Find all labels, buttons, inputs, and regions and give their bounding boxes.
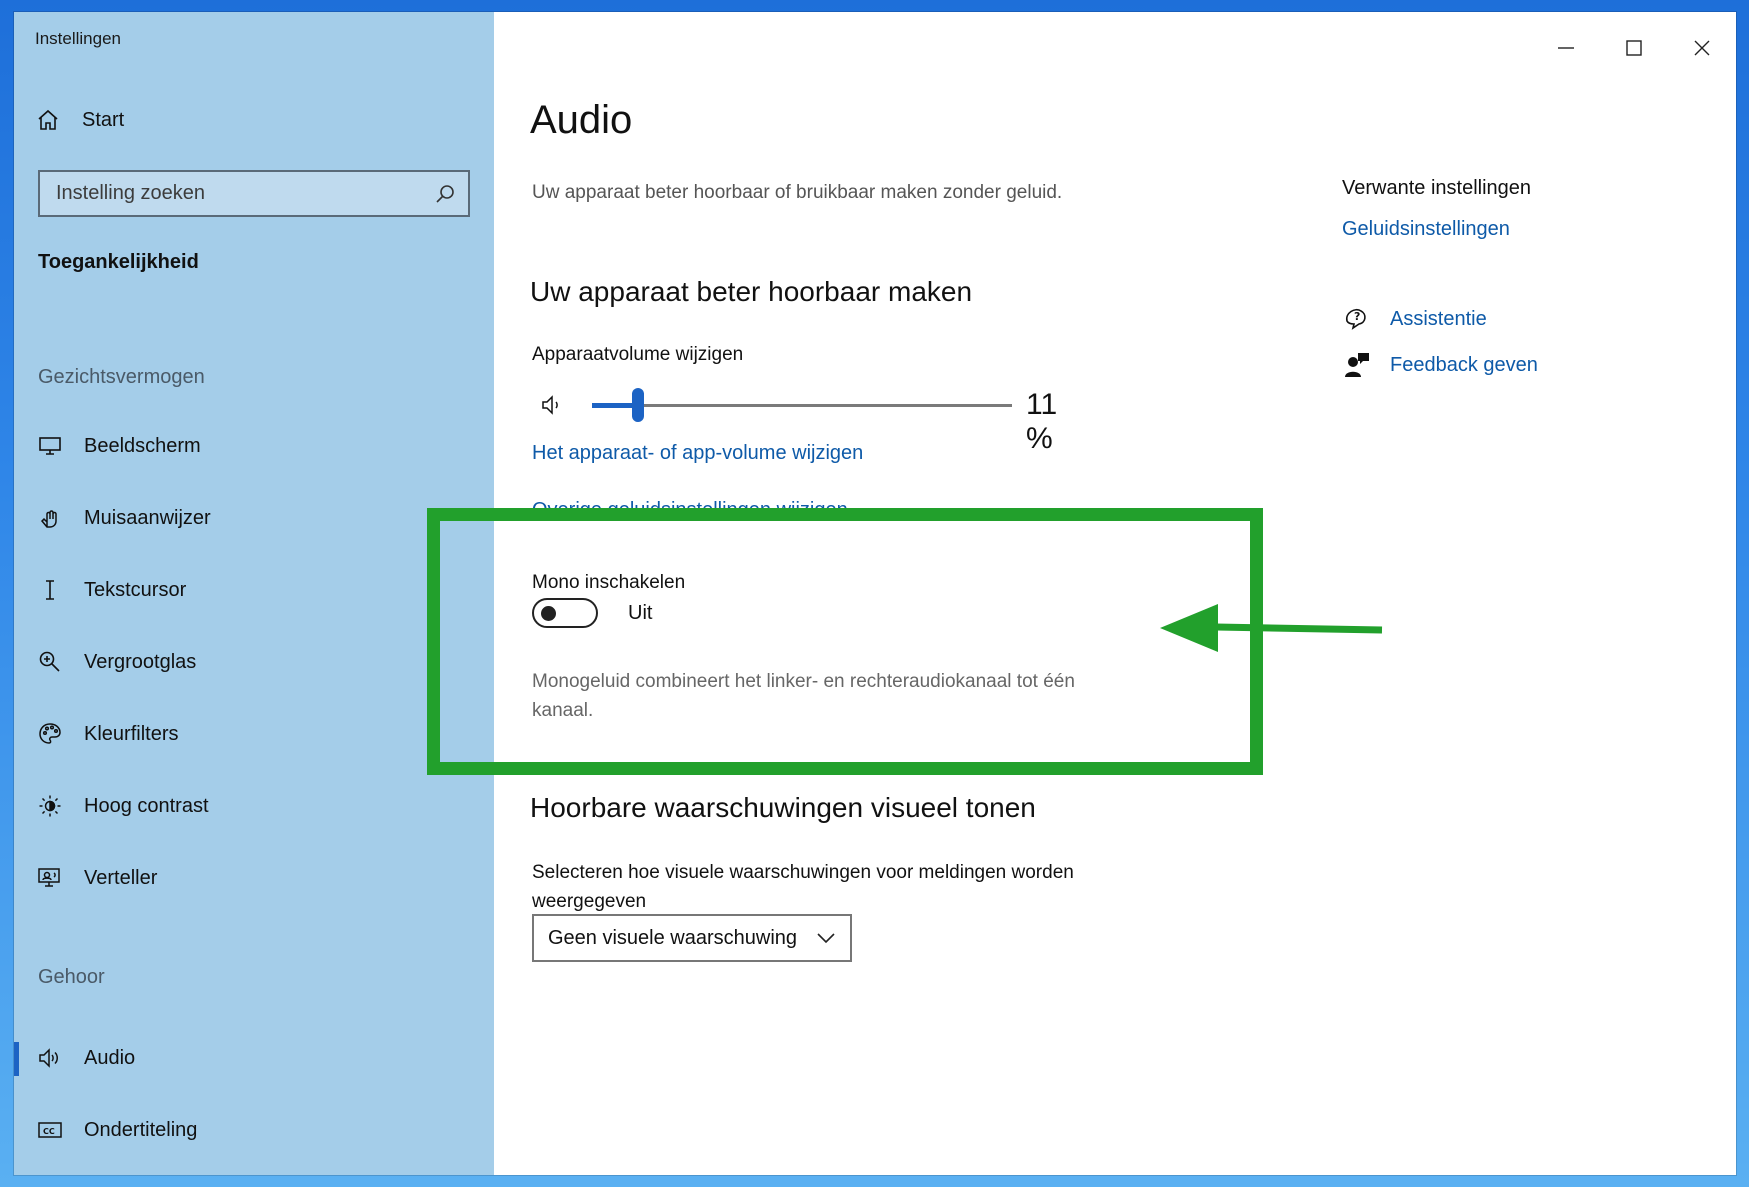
- category-heading: Toegankelijkheid: [38, 251, 199, 273]
- feedback-link[interactable]: Feedback geven: [1342, 350, 1538, 380]
- mono-description-line1: Monogeluid combineert het linker- en rec…: [532, 671, 1075, 692]
- page-subtitle: Uw apparaat beter hoorbaar of bruikbaar …: [532, 182, 1063, 203]
- mono-description-line2: kanaal.: [532, 700, 594, 721]
- app-volume-link[interactable]: Het apparaat- of app-volume wijzigen: [532, 442, 863, 465]
- svg-text:?: ?: [1354, 310, 1360, 323]
- visual-alerts-label-line1: Selecteren hoe visuele waarschuwingen vo…: [532, 862, 1074, 883]
- monitor-icon: [36, 432, 64, 460]
- sidebar-item-verteller[interactable]: Verteller: [36, 858, 157, 898]
- help-assistance-link[interactable]: ? Assistentie: [1342, 304, 1487, 334]
- sidebar-item-hoog-contrast[interactable]: Hoog contrast: [36, 786, 209, 826]
- annotation-arrow-icon: [1160, 604, 1383, 652]
- sidebar-item-label: Hoog contrast: [84, 794, 209, 817]
- volume-slider-track[interactable]: [592, 404, 1012, 407]
- magnifier-icon: [36, 648, 64, 676]
- toggle-knob: [541, 606, 556, 621]
- group-label-hearing: Gehoor: [38, 966, 105, 988]
- sidebar-item-label: Ondertiteling: [84, 1118, 198, 1141]
- feedback-label: Feedback geven: [1390, 353, 1538, 376]
- sound-settings-link-partial[interactable]: Overige geluidsinstellingen wijzigen: [532, 499, 848, 513]
- pointer-icon: [36, 504, 64, 532]
- volume-value: 11 %: [1026, 388, 1058, 455]
- sidebar-item-beeldscherm[interactable]: Beeldscherm: [36, 426, 201, 466]
- help-chat-icon: ?: [1342, 304, 1372, 334]
- volume-slider-row: 11 %: [530, 380, 1090, 455]
- sidebar-item-label: Muisaanwijzer: [84, 506, 211, 529]
- visual-alerts-label: Selecteren hoe visuele waarschuwingen vo…: [532, 858, 1172, 916]
- sidebar-item-vergrootglas[interactable]: Vergrootglas: [36, 642, 196, 682]
- palette-icon: [36, 720, 64, 748]
- dropdown-value: Geen visuele waarschuwing: [548, 926, 798, 949]
- nav-home-label: Start: [82, 108, 125, 131]
- settings-window: Instellingen Start Toegankelijkheid Gezi…: [14, 12, 1736, 1175]
- brightness-icon: [36, 792, 64, 820]
- visual-alert-dropdown[interactable]: Geen visuele waarschuwing: [532, 914, 852, 962]
- search-input[interactable]: [56, 182, 434, 205]
- volume-slider-thumb[interactable]: [632, 388, 645, 422]
- volume-icon: [542, 395, 558, 415]
- text-cursor-icon: [36, 576, 64, 604]
- app-title: Instellingen: [35, 29, 122, 48]
- captions-icon: CC: [36, 1116, 64, 1144]
- help-assistance-label: Assistentie: [1390, 307, 1487, 330]
- search-box[interactable]: [38, 170, 470, 217]
- mono-description: Monogeluid combineert het linker- en rec…: [532, 667, 1172, 725]
- sidebar: Instellingen Start Toegankelijkheid Gezi…: [14, 12, 494, 1175]
- home-icon: [38, 109, 58, 130]
- sidebar-item-ondertiteling[interactable]: CC Ondertiteling: [36, 1110, 197, 1150]
- mono-toggle-state: Uit: [628, 602, 653, 624]
- sidebar-item-label: Vergrootglas: [84, 650, 197, 673]
- volume-label: Apparaatvolume wijzigen: [532, 344, 744, 365]
- sidebar-item-label: Beeldscherm: [84, 434, 201, 457]
- sidebar-item-label: Tekstcursor: [84, 578, 187, 601]
- sidebar-item-label: Verteller: [84, 866, 158, 889]
- feedback-icon: [1342, 350, 1372, 380]
- page-title: Audio: [530, 98, 633, 142]
- sidebar-item-audio[interactable]: Audio: [14, 1038, 136, 1078]
- related-settings-title: Verwante instellingen: [1342, 177, 1532, 199]
- sound-settings-link[interactable]: Geluidsinstellingen: [1342, 218, 1510, 241]
- narrator-icon: [36, 864, 64, 892]
- sidebar-item-label: Kleurfilters: [84, 722, 179, 745]
- main-content: Audio Uw apparaat beter hoorbaar of brui…: [494, 12, 1736, 1175]
- speaker-icon: [36, 1044, 64, 1072]
- section-heading-hearing: Uw apparaat beter hoorbaar maken: [530, 276, 973, 307]
- mono-label: Mono inschakelen: [532, 572, 686, 593]
- group-label-vision: Gezichtsvermogen: [38, 366, 205, 388]
- sidebar-item-muisaanwijzer[interactable]: Muisaanwijzer: [36, 498, 211, 538]
- chevron-down-icon: [817, 933, 835, 944]
- nav-home[interactable]: Start: [36, 108, 124, 132]
- mono-toggle[interactable]: [532, 598, 598, 628]
- sidebar-item-tekstcursor[interactable]: Tekstcursor: [36, 570, 186, 610]
- sidebar-item-kleurfilters[interactable]: Kleurfilters: [36, 714, 178, 754]
- visual-alerts-label-line2: weergegeven: [532, 891, 647, 912]
- search-icon[interactable]: [434, 183, 456, 205]
- svg-text:CC: CC: [43, 1127, 55, 1136]
- sidebar-item-label: Audio: [84, 1046, 136, 1069]
- section-heading-visual-alerts: Hoorbare waarschuwingen visueel tonen: [530, 792, 1036, 823]
